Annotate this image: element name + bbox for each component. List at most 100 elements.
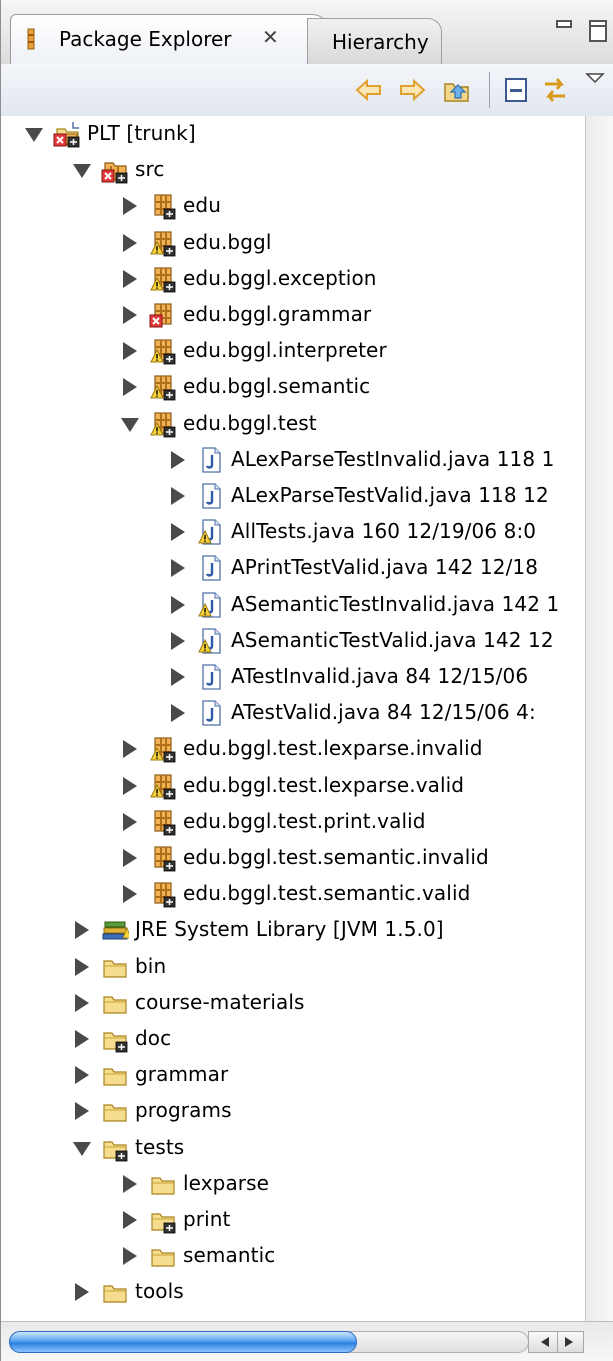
maximize-icon[interactable] [589, 20, 607, 42]
tree-item[interactable]: ASemanticTestValid.java 142 12 [1, 623, 585, 659]
collapsed-arrow-icon[interactable] [123, 233, 137, 252]
tree-item[interactable]: tests [1, 1130, 585, 1166]
tree-item[interactable]: edu.bggl [1, 225, 585, 261]
tree-item-label: edu.bggl.test.lexparse.valid [183, 772, 465, 797]
tree-item[interactable]: PLT [trunk] [1, 116, 585, 152]
tab-label: Package Explorer [59, 27, 232, 51]
expanded-arrow-icon[interactable] [25, 128, 43, 142]
tree-item[interactable]: ALexParseTestValid.java 118 12 [1, 478, 585, 514]
tree-item-label: programs [135, 1098, 232, 1123]
back-arrow-icon[interactable] [353, 74, 385, 106]
collapsed-arrow-icon[interactable] [171, 704, 185, 723]
collapsed-arrow-icon[interactable] [123, 776, 137, 795]
tree-item[interactable]: print [1, 1202, 585, 1238]
collapsed-arrow-icon[interactable] [123, 740, 137, 759]
tree-item[interactable]: APrintTestValid.java 142 12/18 [1, 550, 585, 586]
collapsed-arrow-icon[interactable] [75, 1102, 89, 1121]
tab-package-explorer[interactable]: Package Explorer ✕ [10, 14, 330, 64]
collapsed-arrow-icon[interactable] [123, 197, 137, 216]
tree-item[interactable]: programs [1, 1093, 585, 1129]
tree-item-label: PLT [trunk] [87, 121, 196, 145]
collapsed-arrow-icon[interactable] [123, 849, 137, 867]
tree-item[interactable]: edu.bggl.test.lexparse.invalid [1, 731, 585, 767]
tree-item[interactable]: tools [1, 1274, 585, 1310]
tree-item[interactable]: ATestInvalid.java 84 12/15/06 [1, 659, 585, 695]
collapsed-arrow-icon[interactable] [75, 1030, 89, 1048]
tree-item[interactable]: ATestValid.java 84 12/15/06 4: [1, 695, 585, 731]
package-tree[interactable]: PLT [trunk] src edu edu.bggl edu.bggl.except… [1, 116, 585, 1321]
tree-item[interactable]: edu.bggl.semantic [1, 369, 585, 405]
close-icon[interactable]: ✕ [262, 25, 279, 49]
tree-item[interactable]: edu [1, 188, 585, 224]
minimize-icon[interactable] [556, 20, 572, 28]
tree-item[interactable]: ALexParseTestInvalid.java 118 1 [1, 442, 585, 478]
collapsed-arrow-icon[interactable] [75, 1066, 89, 1085]
tree-item[interactable]: JRE System Library [JVM 1.5.0] [1, 912, 585, 948]
tree-item[interactable]: src [1, 152, 585, 188]
tree-item[interactable]: ASemanticTestInvalid.java 142 1 [1, 587, 585, 623]
tree-item[interactable]: grammar [1, 1057, 585, 1093]
collapsed-arrow-icon[interactable] [75, 957, 89, 976]
scroll-arrow-separator [557, 1332, 558, 1352]
tree-item[interactable]: semantic [1, 1238, 585, 1274]
tree-item-label: edu.bggl.grammar [183, 302, 372, 326]
tree-item-label: APrintTestValid.java 142 12/18 [231, 555, 539, 580]
tree-item-label: edu.bggl.test.semantic.valid [183, 881, 471, 906]
forward-arrow-icon[interactable] [396, 74, 428, 106]
collapsed-arrow-icon[interactable] [123, 269, 137, 288]
tree-item[interactable]: course-materials [1, 985, 585, 1021]
link-with-editor-icon[interactable] [539, 74, 571, 106]
collapsed-arrow-icon[interactable] [171, 487, 185, 505]
tab-hierarchy[interactable]: Hierarchy [307, 18, 442, 64]
tree-item[interactable]: lexparse [1, 1166, 585, 1202]
tree-item[interactable]: AllTests.java 160 12/19/06 8:0 [1, 514, 585, 550]
tree-item-label: bin [135, 953, 167, 978]
collapsed-arrow-icon[interactable] [123, 1174, 137, 1193]
collapsed-arrow-icon[interactable] [171, 450, 185, 469]
view-menu-icon[interactable] [583, 68, 607, 100]
scroll-right-icon[interactable] [565, 1337, 573, 1347]
collapsed-arrow-icon[interactable] [123, 1211, 137, 1229]
tree-item-label: edu [183, 193, 221, 218]
tree-item[interactable]: edu.bggl.test.print.valid [1, 804, 585, 840]
package-explorer-icon [25, 28, 45, 54]
collapsed-arrow-icon[interactable] [171, 668, 185, 686]
scrollbar-thumb[interactable] [9, 1331, 357, 1353]
tree-item[interactable]: edu.bggl.test.semantic.valid [1, 876, 585, 912]
tree-item[interactable]: edu.bggl.test.semantic.invalid [1, 840, 585, 876]
tree-item[interactable]: bin [1, 949, 585, 985]
collapsed-arrow-icon[interactable] [171, 595, 185, 614]
vertical-scrollbar[interactable] [585, 116, 613, 1321]
tree-item[interactable]: edu.bggl.exception [1, 261, 585, 297]
scroll-left-icon[interactable] [541, 1337, 549, 1347]
horizontal-scrollbar [1, 1321, 613, 1361]
java-file-icon [197, 554, 225, 582]
package-warning-icon [149, 735, 177, 763]
up-folder-icon[interactable] [441, 74, 473, 106]
expanded-arrow-icon[interactable] [121, 417, 139, 432]
collapsed-arrow-icon[interactable] [75, 1283, 89, 1302]
collapsed-arrow-icon[interactable] [123, 885, 137, 904]
expanded-arrow-icon[interactable] [73, 1141, 91, 1156]
collapsed-arrow-icon[interactable] [123, 812, 137, 831]
collapsed-arrow-icon[interactable] [171, 523, 185, 542]
collapsed-arrow-icon[interactable] [123, 1247, 137, 1266]
collapsed-arrow-icon[interactable] [171, 631, 185, 650]
collapsed-arrow-icon[interactable] [171, 559, 185, 578]
tree-item[interactable]: edu.bggl.test [1, 406, 585, 442]
tree-item[interactable]: edu.bggl.test.lexparse.valid [1, 768, 585, 804]
collapsed-arrow-icon[interactable] [123, 306, 137, 324]
collapsed-arrow-icon[interactable] [75, 921, 89, 940]
collapse-all-icon[interactable] [501, 74, 533, 106]
collapsed-arrow-icon[interactable] [123, 378, 137, 397]
collapsed-arrow-icon[interactable] [123, 342, 137, 361]
tree-item[interactable]: edu.bggl.interpreter [1, 333, 585, 369]
tree-item[interactable]: edu.bggl.grammar [1, 297, 585, 333]
tree-item-label: ASemanticTestValid.java 142 12 [231, 627, 554, 652]
collapsed-arrow-icon[interactable] [75, 993, 89, 1012]
tree-item[interactable]: doc [1, 1021, 585, 1057]
expanded-arrow-icon[interactable] [73, 164, 91, 179]
package-warning-icon [149, 373, 177, 401]
toolbar-separator [489, 72, 490, 108]
folder-icon [101, 1097, 129, 1125]
